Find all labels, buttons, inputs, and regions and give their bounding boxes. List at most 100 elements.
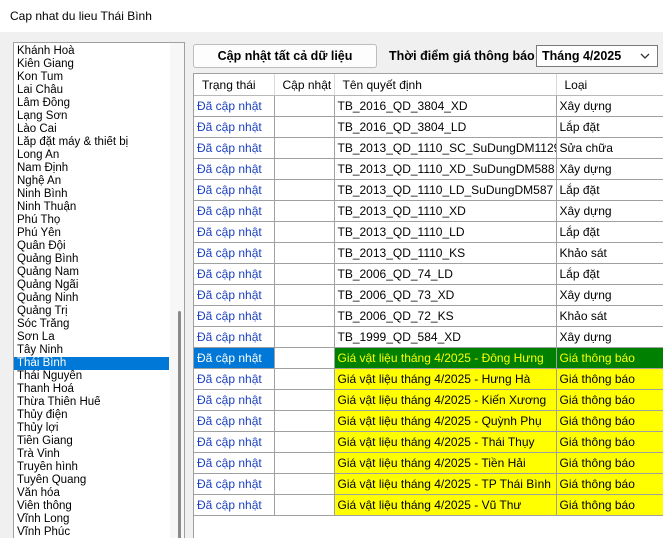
update-cell[interactable] [274,179,335,201]
status-cell[interactable]: Đã cập nhật [194,242,275,264]
update-cell[interactable] [274,284,335,306]
status-cell[interactable]: Đã cập nhật [194,347,275,369]
sidebar-item[interactable]: Quảng Ngãi [14,279,169,292]
sidebar-item[interactable]: Khánh Hoà [14,45,169,58]
sidebar-item[interactable]: Viễn thông [14,500,169,513]
status-cell[interactable]: Đã cập nhật [194,221,275,243]
table-row[interactable]: Đã cập nhật TB_2006_QD_72_KS Khảo sát [194,305,663,327]
decision-name-cell[interactable]: Giá vật liệu tháng 4/2025 - Đông Hưng [334,347,557,369]
decision-name-cell[interactable]: TB_2013_QD_1110_SC_SuDungDM1129 [334,137,557,159]
table-row[interactable]: Đã cập nhật TB_2016_QD_3804_XD Xây dựng [194,95,663,117]
type-cell[interactable]: Lắp đặt [556,116,663,138]
decision-grid[interactable]: Trạng thái Cập nhật Tên quyết định Loại … [193,73,663,538]
status-cell[interactable]: Đã cập nhật [194,389,275,411]
update-cell[interactable] [274,116,335,138]
sidebar-item[interactable]: Thanh Hoá [14,383,169,396]
status-cell[interactable]: Đã cập nhật [194,326,275,348]
sidebar-item[interactable]: Lắp đặt máy & thiết bị [14,136,169,149]
type-cell[interactable]: Xây dựng [556,158,663,180]
sidebar-item[interactable]: Lào Cai [14,123,169,136]
table-row[interactable]: Đã cập nhật TB_2006_QD_74_LD Lắp đặt [194,263,663,285]
sidebar-item[interactable]: Sơn La [14,331,169,344]
status-cell[interactable]: Đã cập nhật [194,137,275,159]
sidebar-item[interactable]: Quảng Bình [14,253,169,266]
sidebar-item[interactable]: Sóc Trăng [14,318,169,331]
update-all-button[interactable]: Cập nhật tất cả dữ liệu [193,44,377,68]
month-select[interactable]: Tháng 4/2025 [536,45,658,67]
sidebar-item[interactable]: Quân Đội [14,240,169,253]
decision-name-cell[interactable]: Giá vật liệu tháng 4/2025 - Kiến Xương [334,389,557,411]
table-row[interactable]: Đã cập nhật TB_2013_QD_1110_XD Xây dựng [194,200,663,222]
status-cell[interactable]: Đã cập nhật [194,368,275,390]
table-row[interactable]: Đã cập nhật TB_2013_QD_1110_KS Khảo sát [194,242,663,264]
type-cell[interactable]: Giá thông báo [556,473,663,495]
type-cell[interactable]: Giá thông báo [556,389,663,411]
sidebar-item[interactable]: Kiên Giang [14,58,169,71]
table-row[interactable]: Đã cập nhật Giá vật liệu tháng 4/2025 - K… [194,389,663,411]
status-cell[interactable]: Đã cập nhật [194,305,275,327]
sidebar-item[interactable]: Thủy lợi [14,422,169,435]
sidebar-item[interactable]: Phú Yên [14,227,169,240]
type-cell[interactable]: Xây dựng [556,95,663,117]
decision-name-cell[interactable]: TB_2013_QD_1110_LD_SuDungDM587 [334,179,557,201]
table-row[interactable]: Đã cập nhật Giá vật liệu tháng 4/2025 - Đ… [194,347,663,369]
update-cell[interactable] [274,452,335,474]
update-cell[interactable] [274,137,335,159]
sidebar-item[interactable]: Truyền hình [14,461,169,474]
table-row[interactable]: Đã cập nhật TB_1999_QD_584_XD Xây dựng [194,326,663,348]
status-cell[interactable]: Đã cập nhật [194,200,275,222]
header-update[interactable]: Cập nhật [274,74,335,96]
sidebar-item[interactable]: Lai Châu [14,84,169,97]
sidebar-item[interactable]: Quảng Trị [14,305,169,318]
table-row[interactable]: Đã cập nhật Giá vật liệu tháng 4/2025 - T… [194,473,663,495]
header-status[interactable]: Trạng thái [194,74,275,96]
table-row[interactable]: Đã cập nhật Giá vật liệu tháng 4/2025 - T… [194,452,663,474]
status-cell[interactable]: Đã cập nhật [194,431,275,453]
type-cell[interactable]: Lắp đặt [556,179,663,201]
status-cell[interactable]: Đã cập nhật [194,179,275,201]
type-cell[interactable]: Giá thông báo [556,494,663,516]
sidebar-item[interactable]: Lạng Sơn [14,110,169,123]
table-row[interactable]: Đã cập nhật TB_2016_QD_3804_LD Lắp đặt [194,116,663,138]
status-cell[interactable]: Đã cập nhật [194,410,275,432]
sidebar-item[interactable]: Tây Ninh [14,344,169,357]
type-cell[interactable]: Xây dựng [556,284,663,306]
sidebar-item[interactable]: Lâm Đồng [14,97,169,110]
decision-name-cell[interactable]: Giá vật liệu tháng 4/2025 - Quỳnh Phụ [334,410,557,432]
status-cell[interactable]: Đã cập nhật [194,452,275,474]
update-cell[interactable] [274,95,335,117]
decision-name-cell[interactable]: TB_2016_QD_3804_XD [334,95,557,117]
type-cell[interactable]: Giá thông báo [556,452,663,474]
decision-name-cell[interactable]: Giá vật liệu tháng 4/2025 - Hưng Hà [334,368,557,390]
table-row[interactable]: Đã cập nhật TB_2013_QD_1110_XD_SuDungDM58… [194,158,663,180]
header-decision-name[interactable]: Tên quyết định [334,74,557,96]
status-cell[interactable]: Đã cập nhật [194,263,275,285]
sidebar-item[interactable]: Ninh Thuận [14,201,169,214]
decision-name-cell[interactable]: TB_2016_QD_3804_LD [334,116,557,138]
sidebar-item[interactable]: Vĩnh Long [14,513,169,526]
sidebar-item[interactable]: Phú Thọ [14,214,169,227]
sidebar-item[interactable]: Thái Nguyên [14,370,169,383]
type-cell[interactable]: Khảo sát [556,305,663,327]
update-cell[interactable] [274,410,335,432]
sidebar-item[interactable]: Thủy điện [14,409,169,422]
sidebar-item[interactable]: Quảng Ninh [14,292,169,305]
update-cell[interactable] [274,200,335,222]
scrollbar-thumb[interactable] [178,311,181,538]
update-cell[interactable] [274,305,335,327]
sidebar-item[interactable]: Thái Bình [14,357,169,370]
sidebar-item[interactable]: Vĩnh Phúc [14,526,169,538]
type-cell[interactable]: Giá thông báo [556,368,663,390]
update-cell[interactable] [274,158,335,180]
type-cell[interactable]: Giá thông báo [556,431,663,453]
update-cell[interactable] [274,326,335,348]
sidebar-item[interactable]: Nghệ An [14,175,169,188]
table-row[interactable]: Đã cập nhật TB_2013_QD_1110_LD Lắp đặt [194,221,663,243]
type-cell[interactable]: Lắp đặt [556,221,663,243]
table-row[interactable]: Đã cập nhật Giá vật liệu tháng 4/2025 - V… [194,494,663,516]
decision-name-cell[interactable]: TB_2006_QD_73_XD [334,284,557,306]
decision-name-cell[interactable]: TB_2006_QD_72_KS [334,305,557,327]
status-cell[interactable]: Đã cập nhật [194,494,275,516]
type-cell[interactable]: Giá thông báo [556,410,663,432]
decision-name-cell[interactable]: Giá vật liệu tháng 4/2025 - Vũ Thư [334,494,557,516]
